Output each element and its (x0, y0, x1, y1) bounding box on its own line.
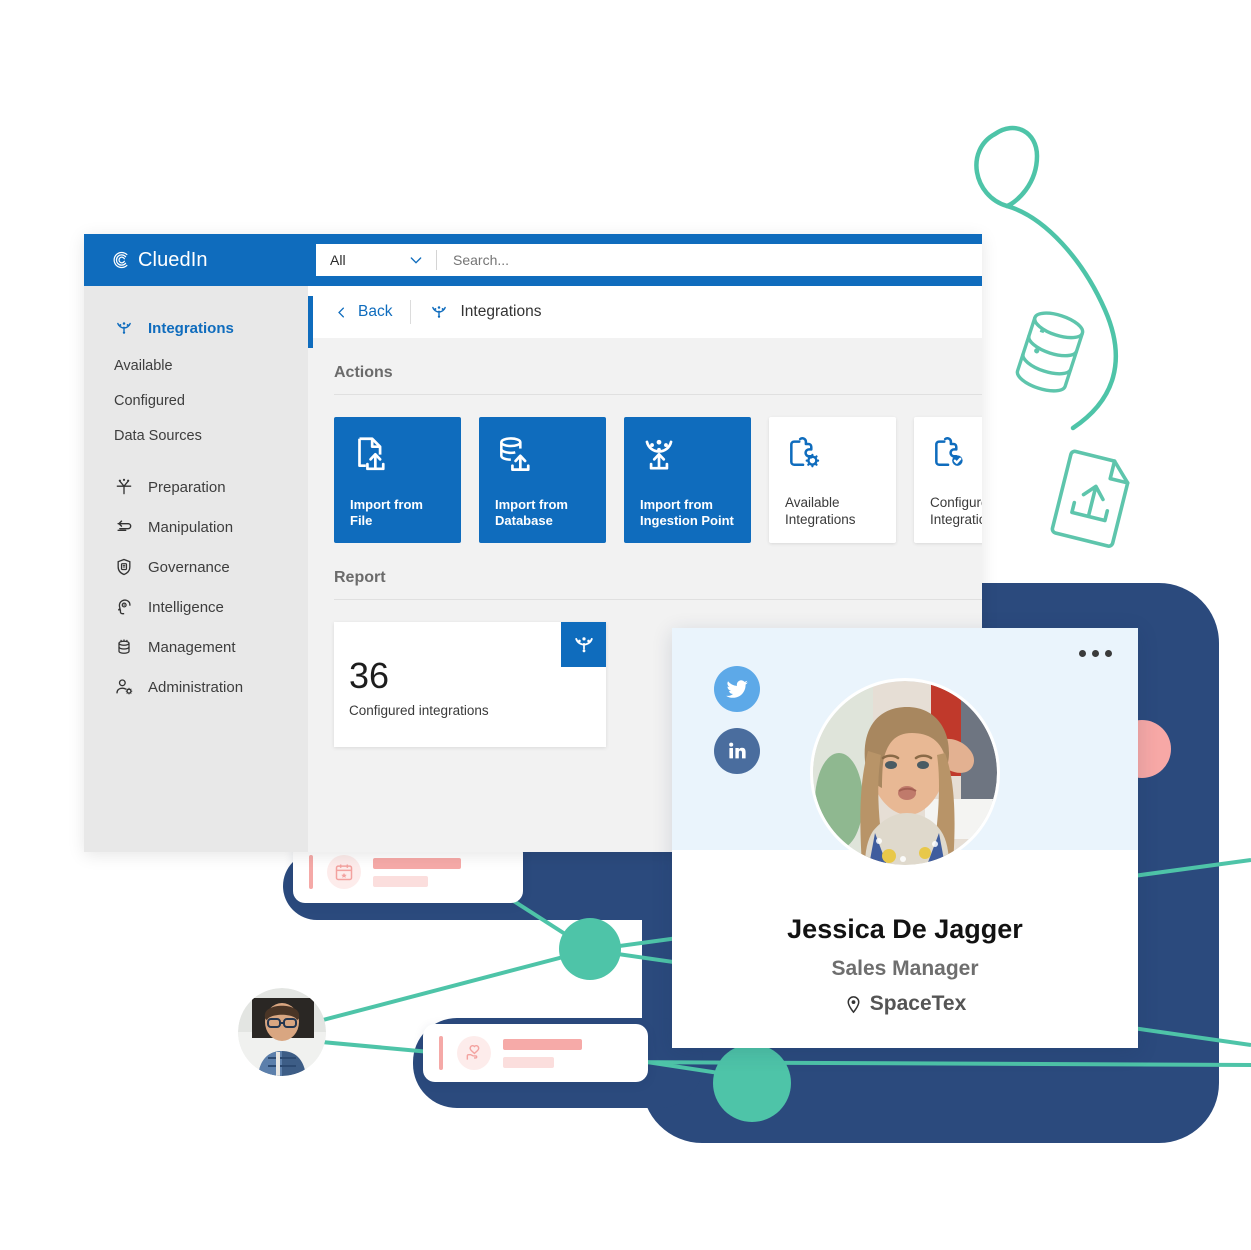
search-bar[interactable]: All (316, 244, 982, 276)
graph-node-teal-large (713, 1044, 791, 1122)
brand-name: CluedIn (138, 248, 208, 271)
back-label: Back (358, 303, 393, 320)
profile-company: SpaceTex (672, 992, 1138, 1016)
app-topbar: CluedIn All (84, 234, 982, 286)
sidebar-item-governance[interactable]: Governance (84, 547, 308, 587)
report-card-configured-integrations[interactable]: 36 Configured integrations (334, 622, 606, 747)
sidebar-item-label: Manipulation (148, 518, 234, 536)
action-card-import-from-ingestion-point[interactable]: Import from Ingestion Point (624, 417, 751, 543)
sidebar-item-preparation[interactable]: Preparation (84, 467, 308, 507)
action-card-label: Import from File (350, 496, 423, 528)
location-pin-icon (847, 995, 860, 1013)
breadcrumb-divider (410, 300, 412, 324)
graph-node-teal-small (559, 918, 621, 980)
profile-card-header (672, 628, 1138, 868)
action-card-label: Available Integrations (785, 495, 856, 528)
manipulation-icon (117, 520, 132, 532)
action-card-label: Configured Integrations (930, 495, 982, 528)
action-card-import-from-database[interactable]: Import from Database (479, 417, 606, 543)
profile-name: Jessica De Jagger (787, 914, 1023, 944)
actions-heading: Actions (334, 364, 393, 381)
preparation-icon (116, 478, 132, 495)
sidebar-item-management[interactable]: Management (84, 627, 308, 667)
sidebar-item-label: Management (148, 638, 236, 656)
node-accent-bar (309, 855, 313, 889)
action-card-label: Import from Ingestion Point (640, 496, 734, 528)
person-photo (238, 988, 326, 1076)
profile-company-label: SpaceTex (869, 992, 967, 1015)
intelligence-brain-icon (118, 599, 131, 615)
sidebar-item-label: Integrations (148, 319, 234, 337)
sidebar-item-manipulation[interactable]: Manipulation (84, 507, 308, 547)
governance-shield-icon (117, 558, 131, 576)
file-upload-doodle-icon (1050, 449, 1130, 548)
action-cards-row: Import from File Import from Database Im… (334, 395, 982, 543)
puzzle-check-icon (935, 437, 963, 466)
sidebar-item-data-sources[interactable]: Data Sources (84, 418, 308, 453)
report-caption: Configured integrations (349, 703, 489, 718)
search-scope-value: All (330, 252, 346, 268)
sidebar-item-intelligence[interactable]: Intelligence (84, 587, 308, 627)
stage: CluedIn All Search... Integrations Avail… (0, 0, 1251, 1250)
search-input[interactable] (437, 251, 982, 269)
report-heading: Report (334, 569, 386, 586)
administration-user-icon (116, 679, 133, 695)
back-button[interactable]: Back (334, 303, 392, 321)
node-placeholder-lines (373, 857, 461, 887)
cluedin-logo-icon (113, 251, 128, 269)
sidebar-item-label: Configured (114, 392, 185, 409)
breadcrumb-title: Integrations (429, 302, 541, 322)
brand-logo[interactable]: CluedIn (84, 249, 308, 272)
twitter-icon[interactable] (714, 666, 760, 712)
sidebar-item-label: Data Sources (114, 427, 202, 444)
action-card-configured-integrations[interactable]: Configured Integrations (914, 417, 982, 543)
sidebar-item-label: Governance (148, 558, 230, 576)
database-doodle-icon (1015, 311, 1085, 393)
integrations-icon (117, 322, 131, 334)
squiggle-curve (974, 125, 1119, 431)
cluedin-mark-icon (561, 622, 606, 667)
sidebar-item-available[interactable]: Available (84, 348, 308, 383)
database-upload-icon (500, 437, 530, 471)
sidebar-item-label: Preparation (148, 478, 226, 496)
action-card-label: Import from Database (495, 496, 568, 528)
sidebar-item-administration[interactable]: Administration (84, 667, 308, 707)
chevron-down-icon (410, 257, 422, 264)
sidebar-item-label: Administration (148, 678, 244, 696)
sidebar-item-integrations[interactable]: Integrations (84, 308, 308, 348)
profile-photo (810, 678, 1000, 868)
sidebar-item-label: Intelligence (148, 598, 224, 616)
breadcrumb-title-label: Integrations (460, 303, 542, 320)
linkedin-icon[interactable] (714, 728, 760, 774)
more-options-icon[interactable] (1079, 650, 1112, 657)
sidebar: Integrations Available Configured Data S… (84, 286, 308, 852)
node-placeholder-lines (503, 1038, 582, 1068)
profile-role: Sales Manager (831, 957, 979, 980)
breadcrumb: Back Integrations (308, 286, 982, 348)
integrations-icon (432, 306, 447, 318)
search-scope-select[interactable]: All (316, 252, 436, 268)
report-value: 36 (349, 655, 390, 696)
action-card-import-from-file[interactable]: Import from File (334, 417, 461, 543)
actions-section: Actions Import from File Import from Dat… (308, 338, 982, 543)
puzzle-gear-icon (790, 437, 820, 468)
graph-node-card[interactable] (423, 1024, 648, 1082)
sidebar-item-configured[interactable]: Configured (84, 383, 308, 418)
sidebar-item-label: Available (114, 357, 173, 374)
action-card-available-integrations[interactable]: Available Integrations (769, 417, 896, 543)
node-accent-bar (439, 1036, 443, 1070)
profile-card: Jessica De Jagger Sales Manager SpaceTex (672, 628, 1138, 1048)
file-upload-icon (358, 437, 385, 471)
heart-hand-icon (457, 1036, 491, 1070)
chevron-left-icon (338, 307, 344, 317)
calendar-star-icon (327, 855, 361, 889)
management-database-icon (118, 639, 130, 654)
ingestion-point-icon (645, 439, 673, 470)
